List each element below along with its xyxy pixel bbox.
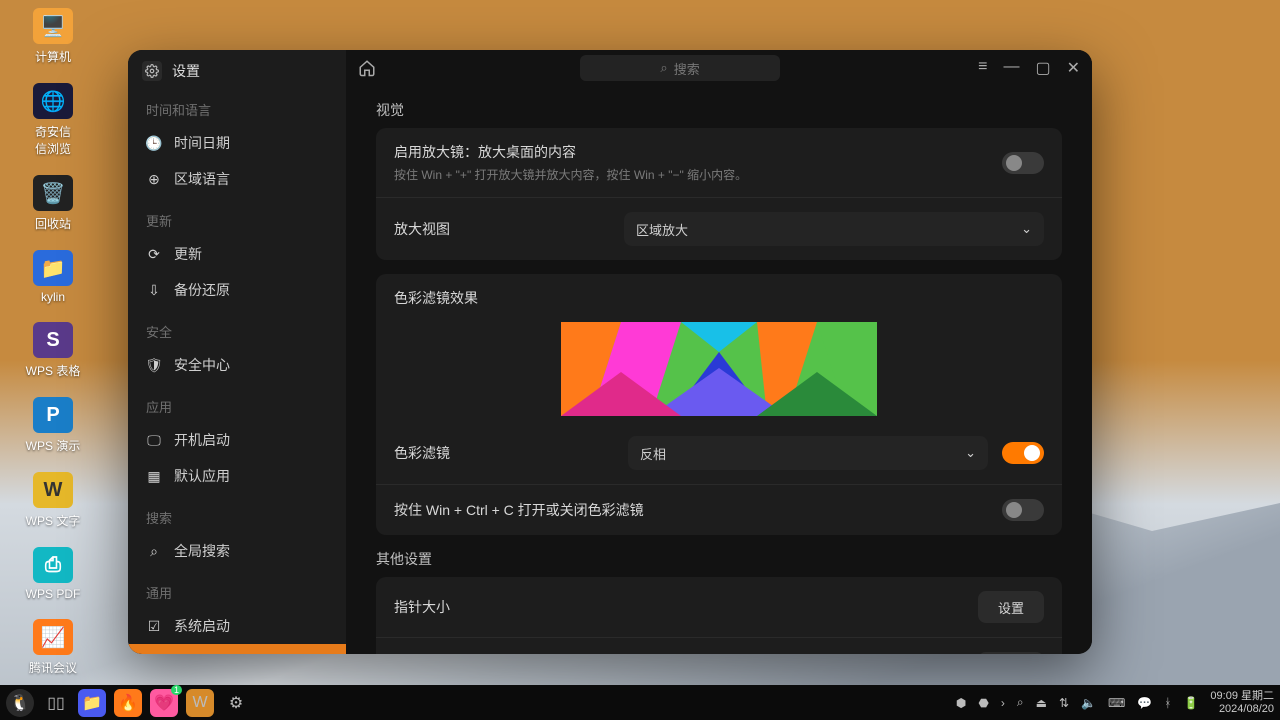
color-filter-toggle[interactable] — [1002, 442, 1044, 464]
main-panel: ⌕ 搜索 ≡ — ▢ ✕ 视觉 启用放大镜：放大桌面的内容 按住 Win + "… — [346, 50, 1092, 654]
sidebar-item-accessibility[interactable]: ⌘辅助功能 — [128, 644, 346, 654]
zoom-view-label: 放大视图 — [394, 219, 610, 239]
clock-icon: 🕒 — [146, 135, 162, 152]
desktop-icon-computer[interactable]: 🖥️计算机 — [18, 8, 88, 65]
minimize-button[interactable]: — — [1003, 58, 1019, 78]
task-view-button[interactable]: ▯▯ — [42, 689, 70, 717]
sidebar: 设置 时间和语言 🕒时间日期 ⊕区域语言 更新 ⟳更新 ⇩备份还原 安全 🛡安全… — [128, 50, 346, 654]
sidebar-group-search: 搜索 — [128, 494, 346, 533]
system-tray: ⬢ ⬣ › ⌕ ⏏ ⇅ 🔈 ⌨ 💬 ᚼ 🔋 09:09 星期二 2024/08/… — [956, 690, 1274, 715]
check-square-icon: ☑ — [146, 618, 162, 635]
search-input[interactable]: ⌕ 搜索 — [580, 55, 780, 81]
tray-bluetooth-icon[interactable]: ᚼ — [1164, 696, 1171, 710]
tray-expand-icon[interactable]: › — [1001, 696, 1005, 710]
search-icon: ⌕ — [146, 543, 162, 560]
magnifier-toggle[interactable] — [1002, 152, 1044, 174]
desktop-icon-wps-pdf[interactable]: ⎙WPS PDF — [18, 547, 88, 601]
audio-channel-button[interactable]: 设置 — [978, 652, 1044, 654]
tray-icon-2[interactable]: ⬣ — [978, 696, 988, 710]
sidebar-group-general: 通用 — [128, 569, 346, 608]
monitor-icon: 🖵 — [146, 432, 162, 449]
tray-search-icon[interactable]: ⌕ — [1017, 695, 1024, 710]
magnifier-subtitle: 按住 Win + "+" 打开放大镜并放大内容，按住 Win + "−" 缩小内… — [394, 166, 988, 183]
gear-icon — [142, 61, 162, 81]
close-button[interactable]: ✕ — [1067, 58, 1080, 78]
content-area: 视觉 启用放大镜：放大桌面的内容 按住 Win + "+" 打开放大镜并放大内容… — [346, 86, 1092, 654]
sidebar-item-startup-apps[interactable]: 🖵开机启动 — [128, 422, 346, 458]
taskbar-wps[interactable]: W — [186, 689, 214, 717]
card-magnifier: 启用放大镜：放大桌面的内容 按住 Win + "+" 打开放大镜并放大内容，按住… — [376, 128, 1062, 260]
color-filter-shortcut-label: 按住 Win + Ctrl + C 打开或关闭色彩滤镜 — [394, 500, 988, 520]
taskbar-browser[interactable]: 🔥 — [114, 689, 142, 717]
color-filter-select[interactable]: 反相 ⌄ — [628, 436, 988, 470]
taskbar-app-1[interactable]: 📁 — [78, 689, 106, 717]
sidebar-item-datetime[interactable]: 🕒时间日期 — [128, 125, 346, 161]
desktop-icon-wps-sheets[interactable]: SWPS 表格 — [18, 322, 88, 379]
maximize-button[interactable]: ▢ — [1035, 58, 1050, 78]
search-icon: ⌕ — [660, 60, 667, 76]
shield-icon: 🛡 — [146, 357, 162, 374]
sidebar-item-system-boot[interactable]: ☑系统启动 — [128, 608, 346, 644]
tray-usb-icon[interactable]: ⏏ — [1036, 696, 1047, 710]
titlebar: ⌕ 搜索 ≡ — ▢ ✕ — [346, 50, 1092, 86]
sidebar-item-global-search[interactable]: ⌕全局搜索 — [128, 533, 346, 569]
sidebar-item-security-center[interactable]: 🛡安全中心 — [128, 347, 346, 383]
taskbar: 🐧 ▯▯ 📁 🔥 💗1 W ⚙ ⬢ ⬣ › ⌕ ⏏ ⇅ 🔈 ⌨ 💬 ᚼ 🔋 09… — [0, 685, 1280, 720]
sidebar-group-security: 安全 — [128, 308, 346, 347]
color-filter-effect-label: 色彩滤镜效果 — [394, 288, 1044, 308]
start-menu-button[interactable]: 🐧 — [6, 689, 34, 717]
sidebar-group-time-lang: 时间和语言 — [128, 86, 346, 125]
archive-icon: ⇩ — [146, 282, 162, 299]
apps-icon: ▦ — [146, 468, 162, 485]
magnifier-title: 启用放大镜：放大桌面的内容 — [394, 142, 988, 162]
desktop: 🖥️计算机 🌐奇安信 信浏览 🗑️回收站 📁kylin SWPS 表格 PWPS… — [0, 0, 120, 694]
home-button[interactable] — [358, 59, 382, 77]
taskbar-clock[interactable]: 09:09 星期二 2024/08/20 — [1210, 690, 1274, 715]
section-other-title: 其他设置 — [376, 549, 1062, 569]
color-filter-label: 色彩滤镜 — [394, 443, 614, 463]
tray-volume-icon[interactable]: 🔈 — [1081, 696, 1096, 710]
color-filter-shortcut-toggle[interactable] — [1002, 499, 1044, 521]
tray-keyboard-icon[interactable]: ⌨ — [1108, 696, 1125, 710]
tray-power-icon[interactable]: 🔋 — [1183, 696, 1198, 710]
chevron-down-icon: ⌄ — [965, 445, 976, 461]
taskbar-settings[interactable]: ⚙ — [222, 689, 250, 717]
globe-icon: ⊕ — [146, 171, 162, 188]
sidebar-item-default-apps[interactable]: ▦默认应用 — [128, 458, 346, 494]
sidebar-item-update[interactable]: ⟳更新 — [128, 236, 346, 272]
app-title: 设置 — [172, 61, 200, 81]
tray-network-icon[interactable]: ⇅ — [1059, 696, 1069, 710]
sidebar-item-region-lang[interactable]: ⊕区域语言 — [128, 161, 346, 197]
tray-notification-icon[interactable]: 💬 — [1137, 696, 1152, 710]
card-color-filter: 色彩滤镜效果 — [376, 274, 1062, 535]
pointer-size-button[interactable]: 设置 — [978, 591, 1044, 623]
refresh-icon: ⟳ — [146, 246, 162, 263]
window-title-bar: 设置 — [128, 50, 346, 86]
zoom-view-select[interactable]: 区域放大 ⌄ — [624, 212, 1044, 246]
settings-window: 设置 时间和语言 🕒时间日期 ⊕区域语言 更新 ⟳更新 ⇩备份还原 安全 🛡安全… — [128, 50, 1092, 654]
desktop-icon-browser[interactable]: 🌐奇安信 信浏览 — [18, 83, 88, 157]
chevron-down-icon: ⌄ — [1021, 221, 1032, 237]
color-filter-preview — [376, 308, 1062, 422]
card-other: 指针大小 设置 声道调节 设置 — [376, 577, 1062, 654]
color-preview-image — [561, 322, 877, 416]
sidebar-item-backup[interactable]: ⇩备份还原 — [128, 272, 346, 308]
section-visual-title: 视觉 — [376, 100, 1062, 120]
desktop-icon-trash[interactable]: 🗑️回收站 — [18, 175, 88, 232]
pointer-size-label: 指针大小 — [394, 597, 964, 617]
sidebar-group-apps: 应用 — [128, 383, 346, 422]
menu-button[interactable]: ≡ — [978, 58, 987, 78]
desktop-icon-wps-presentation[interactable]: PWPS 演示 — [18, 397, 88, 454]
sidebar-group-update: 更新 — [128, 197, 346, 236]
desktop-icon-kylin[interactable]: 📁kylin — [18, 250, 88, 304]
tray-icon-1[interactable]: ⬢ — [956, 696, 966, 710]
accessibility-icon: ⌘ — [146, 654, 162, 655]
taskbar-app-badge[interactable]: 💗1 — [150, 689, 178, 717]
desktop-icon-tencent-meeting[interactable]: 📈腾讯会议 — [18, 619, 88, 676]
desktop-icon-wps-writer[interactable]: WWPS 文字 — [18, 472, 88, 529]
